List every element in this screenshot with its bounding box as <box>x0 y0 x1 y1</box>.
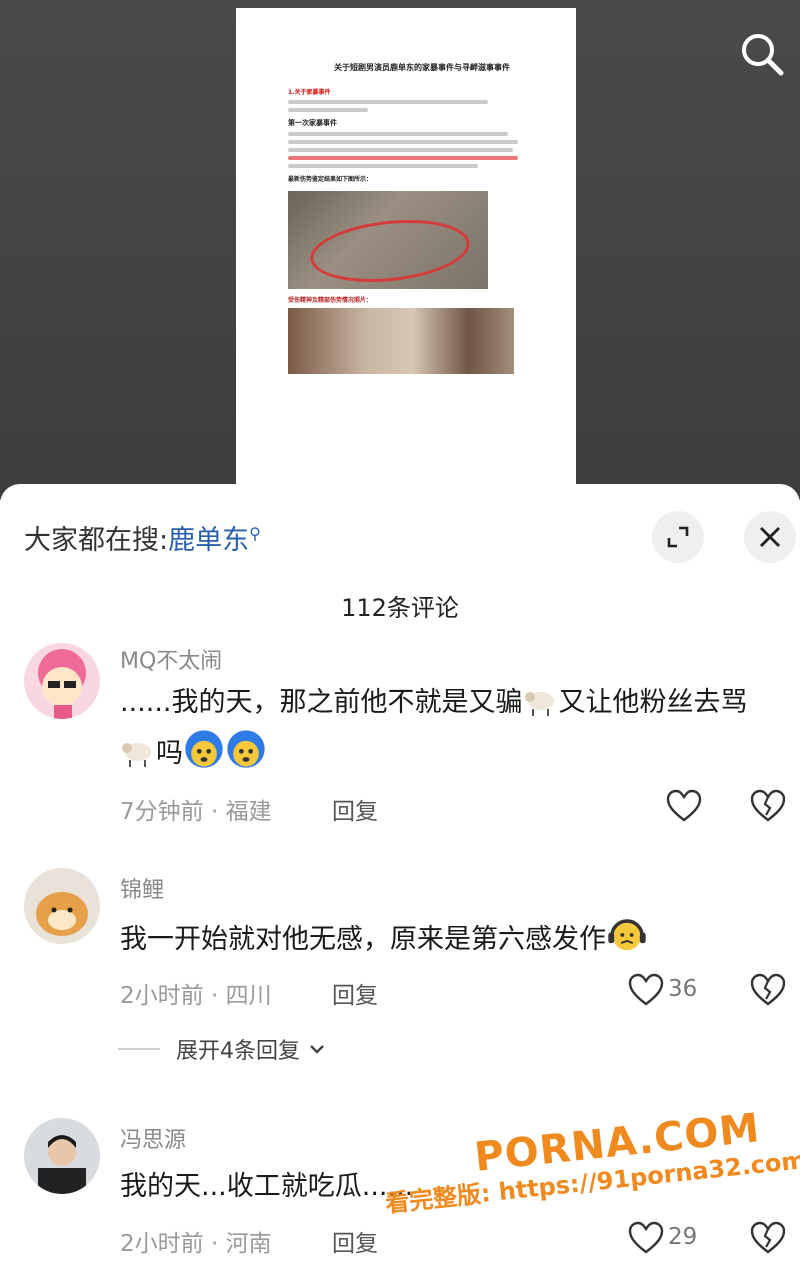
document-caption: 最新伤势鉴定结果如下图所示： <box>288 176 373 183</box>
heart-icon[interactable] <box>666 789 702 823</box>
expand-icon <box>667 526 689 548</box>
comment-author[interactable]: MQ不太闹 <box>120 643 222 675</box>
document-text-line <box>288 140 518 144</box>
comment-text-part: 吗 <box>156 738 183 769</box>
comment-author[interactable]: 锦鲤 <box>120 872 164 904</box>
avatar[interactable] <box>24 868 100 944</box>
broken-heart-icon[interactable] <box>750 973 786 1007</box>
document-text-line <box>288 164 478 168</box>
close-icon <box>760 527 780 547</box>
heart-icon[interactable] <box>628 1221 664 1255</box>
shocked-face-emoji-icon <box>185 730 223 768</box>
sheep-emoji-icon <box>122 743 151 767</box>
comment-text-part: 我一开始就对他无感，原来是第六感发作 <box>120 924 606 955</box>
search-suggestion-keyword[interactable]: 鹿单东 <box>168 525 249 556</box>
like-count: 36 <box>668 976 698 1002</box>
expand-replies-button[interactable]: 展开4条回复 <box>118 1034 328 1064</box>
divider-line <box>118 1048 160 1050</box>
shocked-face-emoji-icon <box>227 730 265 768</box>
reply-button[interactable]: 回复 <box>332 976 378 1010</box>
comment-location: 四川 <box>225 983 272 1009</box>
comment-author[interactable]: 冯思源 <box>120 1122 186 1154</box>
comment-meta: 2小时前 · 四川 <box>120 983 272 1009</box>
red-circle-annotation <box>307 212 473 290</box>
comment-time: 2小时前 <box>120 1231 204 1257</box>
like-count: 29 <box>668 1224 698 1250</box>
heart-icon[interactable] <box>628 973 664 1007</box>
document-text-line <box>288 148 513 152</box>
document-caption: 受伤精神及精部伤势情况照片： <box>288 297 373 304</box>
reply-button[interactable]: 回复 <box>332 792 378 826</box>
search-icon[interactable] <box>738 30 786 78</box>
comment-location: 福建 <box>225 799 272 825</box>
search-suggestion-prefix: 大家都在搜: <box>24 525 169 556</box>
injury-report-photo <box>288 191 488 290</box>
document-image[interactable]: 关于短剧男演员鹿单东的家暴事件与寻衅滋事事件 1.关于家暴事件 第一次家暴事件 … <box>236 8 576 488</box>
comment-text: ......我的天，那之前他不就是又骗 又让他粉丝去骂吗 <box>120 678 780 779</box>
avatar[interactable] <box>24 1118 100 1194</box>
close-button[interactable] <box>744 511 796 563</box>
document-text-line <box>288 100 488 104</box>
comments-count: 112条评论 <box>341 594 459 622</box>
chevron-down-icon <box>310 1045 324 1054</box>
broken-heart-icon[interactable] <box>750 789 786 823</box>
headphones-face-emoji-icon <box>608 919 646 951</box>
comment-text-part: 又让他粉丝去骂 <box>558 687 748 718</box>
comment-time: 2小时前 <box>120 983 204 1009</box>
small-search-icon: ⚲ <box>249 524 261 543</box>
expand-button[interactable] <box>652 511 704 563</box>
broken-heart-icon[interactable] <box>750 1221 786 1255</box>
document-section-heading: 1.关于家暴事件 <box>288 89 331 96</box>
search-suggestion[interactable]: 大家都在搜:鹿单东⚲ <box>24 518 261 557</box>
comment-text: 我一开始就对他无感，原来是第六感发作 <box>120 914 780 965</box>
expand-replies-label: 展开4条回复 <box>176 1039 300 1064</box>
document-text-line <box>288 132 508 136</box>
reply-button[interactable]: 回复 <box>332 1224 378 1258</box>
comment-location: 河南 <box>225 1231 272 1257</box>
media-preview-area: 关于短剧男演员鹿单东的家暴事件与寻衅滋事事件 1.关于家暴事件 第一次家暴事件 … <box>0 0 800 500</box>
injury-photo-collage <box>288 308 514 374</box>
avatar[interactable] <box>24 643 100 719</box>
comment-meta: 2小时前 · 河南 <box>120 1231 272 1257</box>
sheep-emoji-icon <box>524 692 554 716</box>
document-subheading: 第一次家暴事件 <box>288 119 337 127</box>
comment-meta: 7分钟前 · 福建 <box>120 799 272 825</box>
comment-text-part: ......我的天，那之前他不就是又骗 <box>120 687 523 718</box>
comment-time: 7分钟前 <box>120 799 204 825</box>
document-highlight-line <box>288 156 518 160</box>
document-text-line <box>288 108 368 112</box>
comment-text-part: 我的天...收工就吃瓜...... <box>120 1171 414 1202</box>
document-title: 关于短剧男演员鹿单东的家暴事件与寻衅滋事事件 <box>334 63 510 72</box>
